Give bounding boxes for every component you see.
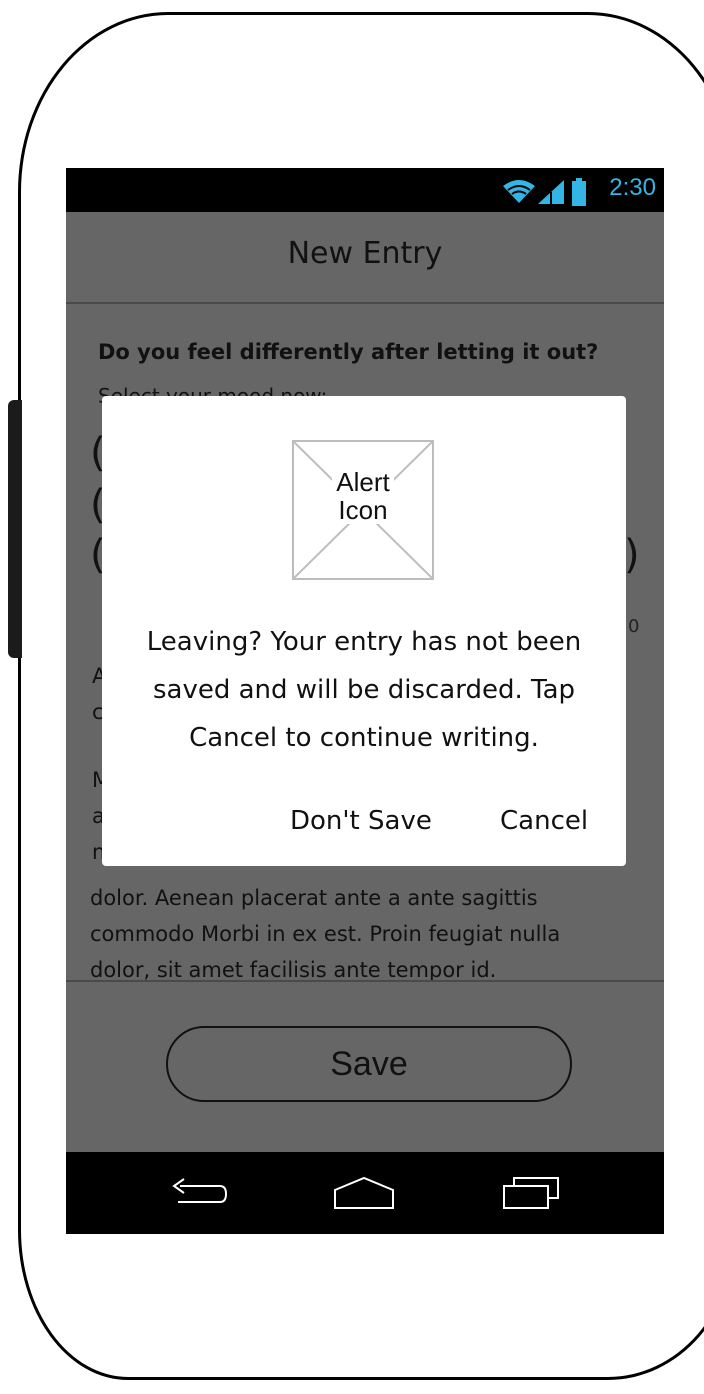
journal-entry-text[interactable]: dolor. Aenean placerat ante a ante sagit… bbox=[90, 880, 650, 988]
save-area: Save bbox=[66, 980, 664, 1152]
wifi-icon bbox=[503, 180, 535, 203]
status-time: 2:30 bbox=[609, 174, 656, 201]
dont-save-button[interactable]: Don't Save bbox=[290, 806, 432, 836]
signal-icon bbox=[538, 180, 564, 204]
scale-number: 0 bbox=[628, 616, 640, 637]
entry-line: commodo Morbi in ex est. Proin feugiat n… bbox=[90, 922, 561, 946]
entry-line: dolor. Aenean placerat ante a ante sagit… bbox=[90, 886, 538, 910]
alert-icon-label-line2: Icon bbox=[334, 496, 392, 524]
save-button[interactable]: Save bbox=[166, 1026, 572, 1102]
alert-icon: Alert Icon bbox=[292, 440, 434, 580]
mood-option-right-3[interactable]: ) bbox=[624, 532, 640, 578]
alert-icon-label: Alert Icon bbox=[294, 468, 432, 524]
discard-alert-dialog: Alert Icon Leaving? Your entry has not b… bbox=[102, 396, 626, 866]
back-icon[interactable] bbox=[166, 1176, 228, 1212]
screen: 2:30 New Entry Do you feel differently a… bbox=[66, 168, 664, 1234]
dialog-message: Leaving? Your entry has not been saved a… bbox=[146, 627, 582, 753]
status-bar: 2:30 bbox=[66, 168, 664, 212]
app-bar: New Entry bbox=[66, 212, 664, 304]
recents-icon[interactable] bbox=[502, 1172, 562, 1212]
nav-bar bbox=[66, 1152, 664, 1234]
alert-icon-label-line1: Alert bbox=[332, 468, 394, 496]
battery-icon bbox=[572, 178, 586, 206]
cancel-button[interactable]: Cancel bbox=[500, 806, 588, 836]
home-icon[interactable] bbox=[332, 1176, 396, 1212]
phone-side-button bbox=[8, 400, 22, 658]
mood-question: Do you feel differently after letting it… bbox=[98, 340, 599, 364]
page-title: New Entry bbox=[287, 236, 443, 271]
